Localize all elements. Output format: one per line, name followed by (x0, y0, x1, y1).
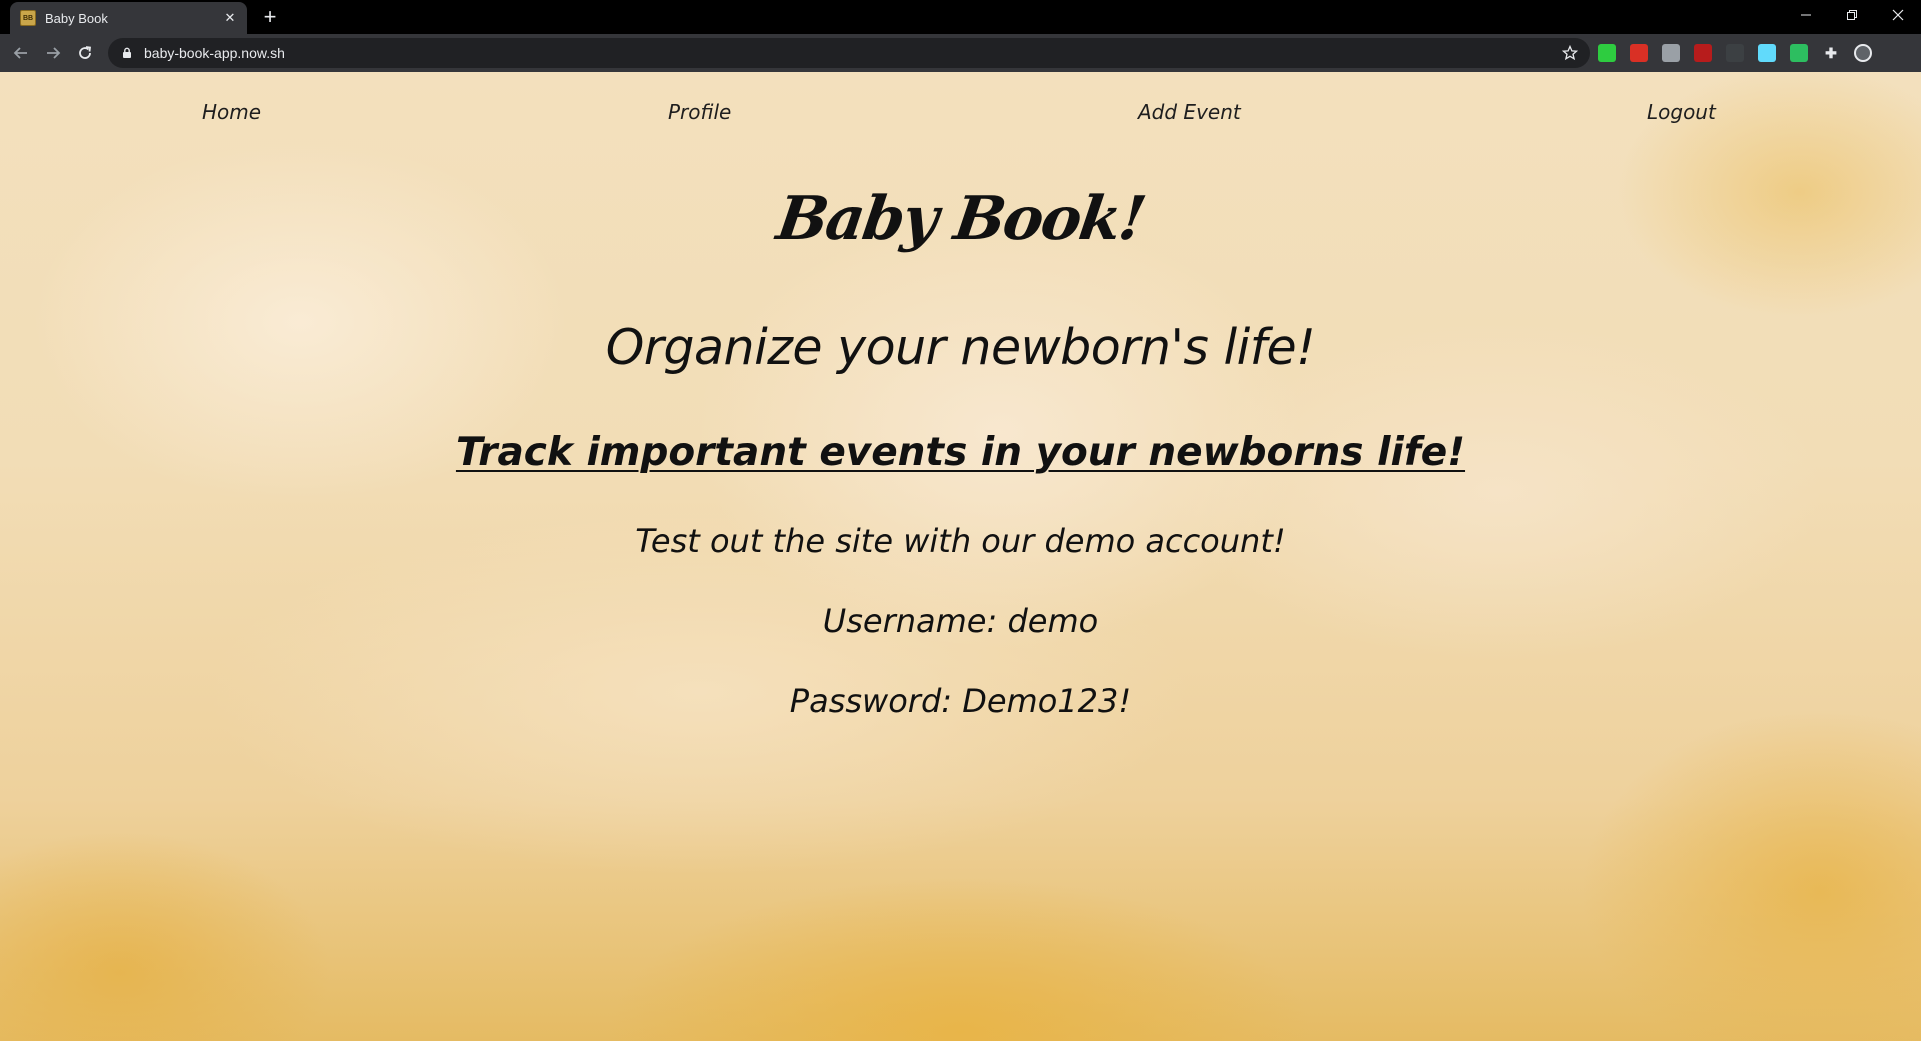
address-bar[interactable]: baby-book-app.now.sh (108, 38, 1590, 68)
browser-titlebar: BB Baby Book ✕ + (0, 0, 1921, 34)
demo-password: Password: Demo123! (789, 682, 1132, 720)
page-subheading: Track important events in your newborns … (455, 430, 1466, 475)
url-text[interactable]: baby-book-app.now.sh (144, 45, 1560, 61)
extensions-bar: ✚ (1598, 42, 1886, 64)
new-tab-icon[interactable]: + (260, 6, 280, 28)
bookmark-star-icon[interactable] (1560, 43, 1580, 63)
tab-title: Baby Book (45, 10, 108, 26)
evernote-extension-icon[interactable] (1790, 44, 1808, 62)
site-navbar: Home Profile Add Event Logout (0, 100, 1921, 136)
close-tab-icon[interactable]: ✕ (221, 9, 239, 27)
gmail-extension-icon[interactable] (1630, 44, 1648, 62)
close-window-icon[interactable] (1875, 0, 1921, 30)
favicon-icon: BB (20, 10, 36, 26)
demo-username: Username: demo (822, 602, 1099, 640)
nav-link-profile[interactable]: Profile (668, 100, 731, 124)
page-viewport: Home Profile Add Event Logout Baby Book!… (0, 72, 1921, 1041)
pin-extension-icon[interactable] (1726, 44, 1744, 62)
nav-link-logout[interactable]: Logout (1647, 100, 1716, 124)
lock-icon[interactable] (120, 46, 134, 60)
nav-link-add-event[interactable]: Add Event (1138, 100, 1241, 124)
nav-link-home[interactable]: Home (202, 100, 261, 124)
restore-icon[interactable] (1829, 0, 1875, 30)
browser-toolbar: baby-book-app.now.sh ✚ (0, 34, 1921, 72)
browser-tab[interactable]: BB Baby Book ✕ (10, 2, 247, 34)
green-extension-icon[interactable] (1598, 44, 1616, 62)
back-icon[interactable] (8, 40, 34, 66)
screen-extension-icon[interactable] (1662, 44, 1680, 62)
minimize-icon[interactable] (1783, 0, 1829, 30)
demo-account-intro: Test out the site with our demo account! (635, 522, 1286, 560)
profile-avatar[interactable] (1854, 44, 1872, 62)
ublock-extension-icon[interactable] (1694, 44, 1712, 62)
page-headline: Organize your newborn's life! (605, 319, 1316, 376)
react-extension-icon[interactable] (1758, 44, 1776, 62)
site-brand-title: Baby Book! (772, 184, 1149, 254)
forward-icon[interactable] (40, 40, 66, 66)
window-controls (1783, 0, 1921, 30)
reload-icon[interactable] (72, 40, 98, 66)
puzzle-extensions-icon[interactable]: ✚ (1822, 44, 1840, 62)
